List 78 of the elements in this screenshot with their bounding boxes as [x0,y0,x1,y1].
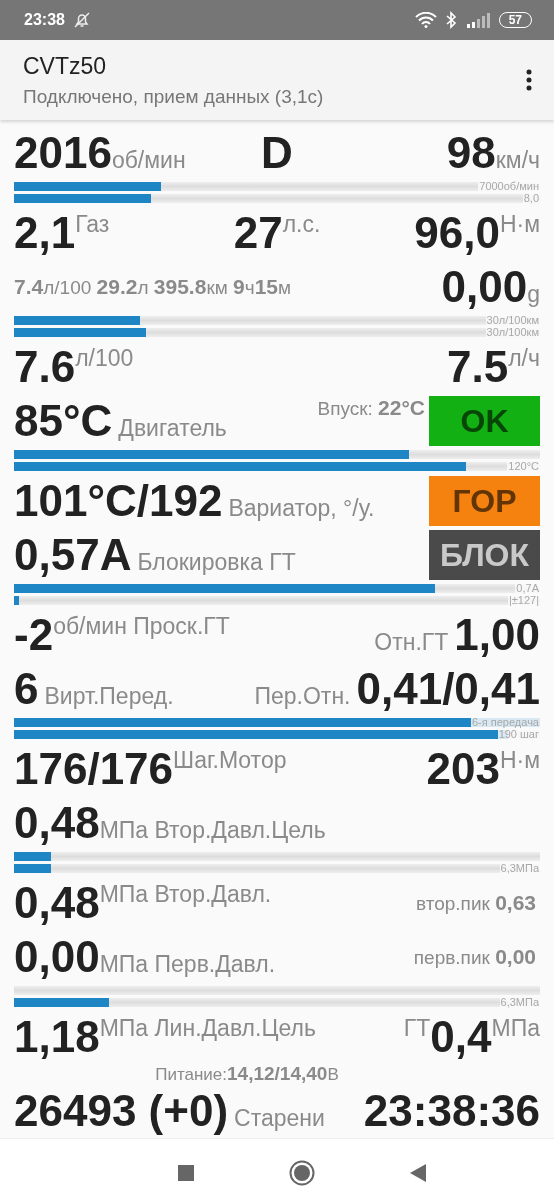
reading-value: 96,0 [414,211,500,255]
status-badge: ГОР [429,476,540,526]
parameter-label: Двигатель [118,417,227,440]
reading-value: 203 [426,747,500,791]
app-title: CVTz50 [23,52,108,80]
reading-value: 101°C/192 [14,479,223,523]
status-badge: OK [429,396,540,446]
gauge-max-label: 30л/100км [485,315,540,325]
unit-label: Шаг.Мотор [173,749,287,772]
reading-value: 7.5 [447,345,509,389]
unit-label: об/мин [111,149,186,172]
reading-value: 0,48 [14,881,100,925]
power-voltage-text: Питание:14,12/14,40В [155,1063,339,1085]
reading-value: D [261,131,293,175]
unit-label: Н·м [499,213,540,236]
gauge-max-label: 190 шаг [497,729,540,739]
reading-value: 0,00 [14,935,100,979]
reading-value: -2 [14,613,54,657]
reading-value: 0,00 [441,265,528,309]
info-text: 7.4л/100 29.2л 395.8км 9ч15м [14,275,292,299]
parameter-label: Отн.ГТ [374,631,449,654]
reading-value: 7.6 [14,345,76,389]
reading-value: 2016 [14,131,112,175]
gauge-max-label: |±127| [507,595,540,605]
unit-label: g [527,283,540,306]
reading-value: 176/176 [14,747,174,791]
unit-label: Н·м [499,749,540,772]
connection-status: Подключено, прием данных (3,1с) [23,85,325,108]
reading-value: 0,57A [14,533,132,577]
parameter-label: Старени [234,1107,325,1130]
reading-value: 26493 (+0) [14,1089,229,1133]
bluetooth-icon [444,11,457,29]
reading-value: 0,4 [430,1015,492,1059]
unit-label: Газ [75,213,110,236]
gauge-max-label: 30л/100км [485,327,540,337]
more-icon[interactable] [526,69,532,91]
reading-value: 2,1 [14,211,76,255]
clock-time: 23:38 [24,11,65,29]
unit-label: МПа Втор.Давл.Цель [99,819,326,842]
gauge-max-label: 7000об/мин [478,181,540,191]
unit-label: об/мин Проск.ГТ [53,615,230,638]
back-icon[interactable] [410,1164,426,1182]
reading-value: 1,00 [454,613,540,657]
bell-off-icon [72,11,91,29]
gauge-max-label: 8,0 [522,193,540,203]
info-text: перв.пик 0,00 [413,945,536,969]
reading-value: 0,41/0,41 [356,667,540,711]
reading-value: 98 [446,131,496,175]
parameter-label: Пер.Отн. [254,685,351,708]
parameter-label: Блокировка ГТ [137,551,296,574]
info-text: втор.пик 0,63 [416,891,536,915]
unit-label: л.с. [282,213,321,236]
gauge-max-label: 120°C [507,461,540,471]
unit-label: км/ч [495,149,540,172]
unit-label: ГТ [403,1017,431,1040]
reading-value: 1,18 [14,1015,100,1059]
unit-label: МПа [491,1017,540,1040]
gauge-max-label: 6,3МПа [499,863,540,873]
wifi-icon [414,12,437,28]
parameter-label: Вирт.Перед. [44,685,174,708]
unit-label: л/100 [75,347,134,370]
info-text: Впуск: 22°C [317,396,425,420]
gauge-max-label: 6-я передача [471,717,540,727]
gauge-max-label: 0,7A [515,583,540,593]
reading-value: 27 [233,211,283,255]
reading-value: 85°C [14,399,113,443]
unit-label: МПа Втор.Давл. [99,883,272,906]
reading-value: 6 [14,667,39,711]
unit-label: МПа Перв.Давл. [99,953,276,976]
home-icon[interactable] [289,1160,315,1186]
gauge-max-label: 6,3МПа [499,997,540,1007]
reading-value: 23:38:36 [363,1089,540,1133]
reading-value: 0,48 [14,801,100,845]
status-badge: БЛОК [429,530,540,580]
parameter-label: Вариатор, °/у. [228,497,375,520]
unit-label: л/ч [508,347,540,370]
signal-icon [464,12,491,28]
unit-label: МПа Лин.Давл.Цель [99,1017,316,1040]
